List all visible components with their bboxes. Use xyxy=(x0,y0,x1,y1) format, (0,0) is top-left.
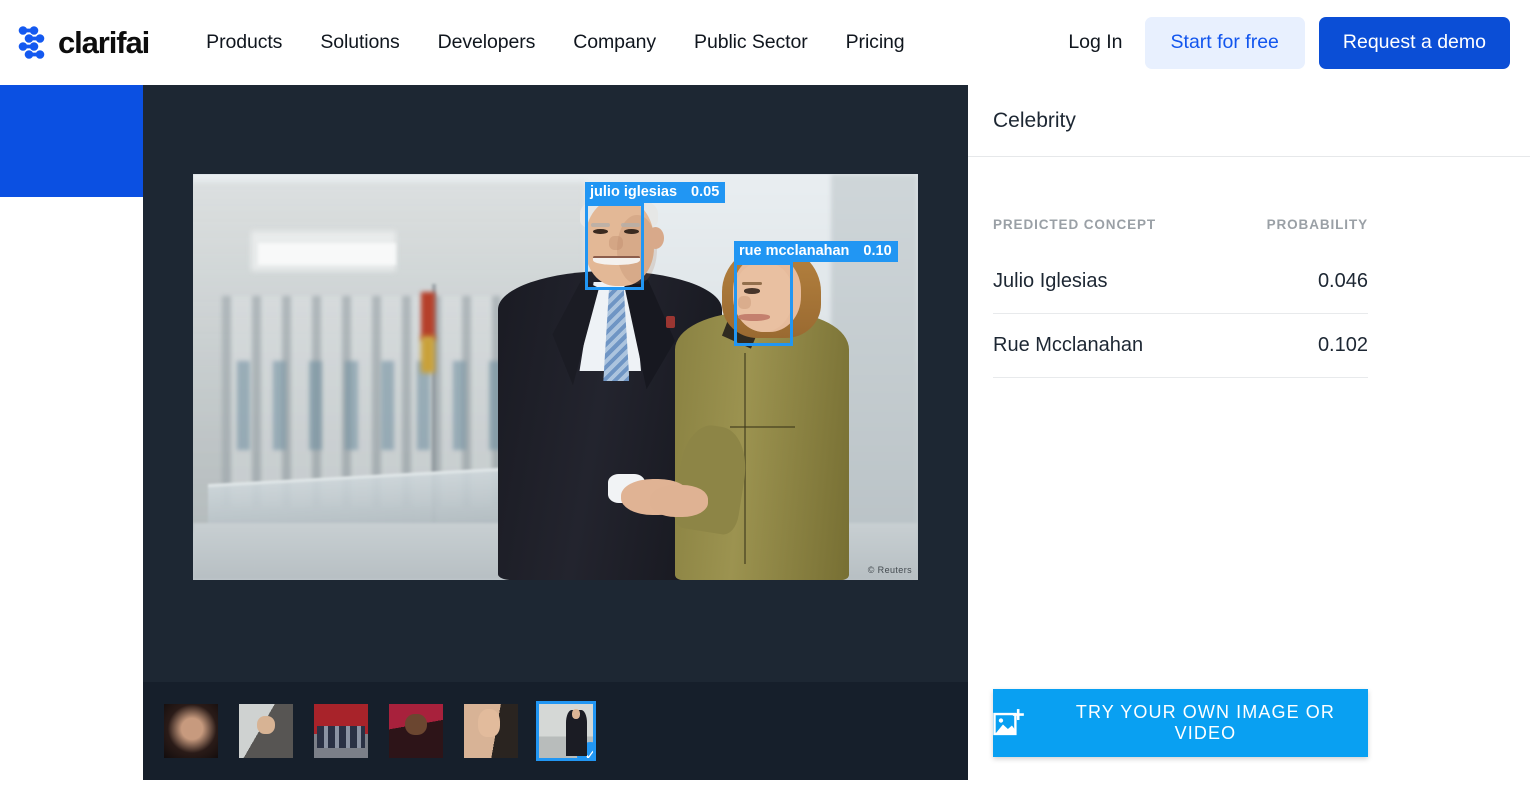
logo-wordmark: clarifai xyxy=(58,25,150,60)
results-panel: Celebrity PREDICTED CONCEPT PROBABILITY … xyxy=(968,85,1530,780)
demo-stage: julio iglesias 0.05 rue mcclanahan 0.10 … xyxy=(143,85,968,682)
clarifai-logo-icon xyxy=(18,25,45,59)
decorative-blue-block xyxy=(0,85,143,197)
photo-flag-red xyxy=(421,291,436,341)
detection-score: 0.05 xyxy=(691,184,720,201)
prediction-probability: 0.102 xyxy=(1317,334,1368,356)
demo-image[interactable]: julio iglesias 0.05 rue mcclanahan 0.10 … xyxy=(193,174,918,580)
photo-woman-pocket xyxy=(729,425,795,428)
photo-banner xyxy=(258,243,396,266)
detection-score: 0.10 xyxy=(863,243,892,260)
cta-container: TRY YOUR OWN IMAGE OR VIDEO xyxy=(993,689,1368,757)
nav-item-developers[interactable]: Developers xyxy=(438,31,536,54)
table-row[interactable]: Julio Iglesias 0.046 xyxy=(993,250,1368,314)
image-watermark: © Reuters xyxy=(867,565,912,575)
thumbnail-item-4[interactable] xyxy=(389,704,443,758)
table-header-row: PREDICTED CONCEPT PROBABILITY xyxy=(993,157,1368,250)
photo-woman-hand xyxy=(649,484,708,518)
column-header-concept: PREDICTED CONCEPT xyxy=(993,217,1157,232)
page-root: clarifai Products Solutions Developers C… xyxy=(0,0,1530,790)
model-title: Celebrity xyxy=(993,108,1076,132)
thumbnail-item-5[interactable] xyxy=(464,704,518,758)
photo-building-windows xyxy=(236,360,534,451)
detection-box-julio-iglesias xyxy=(585,203,644,290)
photo-man-flag-pin xyxy=(666,316,676,329)
photo-flag-gold xyxy=(421,336,436,373)
nav-item-public-sector[interactable]: Public Sector xyxy=(694,31,808,54)
results-header: Celebrity xyxy=(968,85,1530,157)
nav-item-pricing[interactable]: Pricing xyxy=(846,31,905,54)
header-actions: Log In Start for free Request a demo xyxy=(1068,0,1510,85)
detection-label-rue-mcclanahan: rue mcclanahan 0.10 xyxy=(734,241,898,262)
start-for-free-button[interactable]: Start for free xyxy=(1144,16,1305,69)
detection-label-julio-iglesias: julio iglesias 0.05 xyxy=(585,182,726,203)
nav-item-company[interactable]: Company xyxy=(573,31,656,54)
predictions-table: PREDICTED CONCEPT PROBABILITY Julio Igle… xyxy=(968,157,1530,378)
main-nav: Products Solutions Developers Company Pu… xyxy=(206,31,904,54)
thumbnail-item-3[interactable] xyxy=(314,704,368,758)
column-header-probability: PROBABILITY xyxy=(1266,217,1368,232)
prediction-concept: Rue Mcclanahan xyxy=(993,334,1144,356)
detection-box-rue-mcclanahan xyxy=(734,262,793,346)
nav-item-products[interactable]: Products xyxy=(206,31,282,54)
request-demo-button[interactable]: Request a demo xyxy=(1318,16,1510,69)
table-row[interactable]: Rue Mcclanahan 0.102 xyxy=(993,314,1368,378)
thumbnail-item-1[interactable] xyxy=(164,704,218,758)
thumbnail-item-2[interactable] xyxy=(239,704,293,758)
add-image-icon xyxy=(993,709,1024,736)
detection-name: rue mcclanahan xyxy=(739,243,850,260)
thumbnail-strip: ✓ xyxy=(143,682,968,780)
thumbnail-item-6-selected[interactable]: ✓ xyxy=(536,701,596,761)
try-your-own-image-button[interactable]: TRY YOUR OWN IMAGE OR VIDEO xyxy=(993,689,1368,757)
prediction-concept: Julio Iglesias xyxy=(993,270,1108,292)
check-icon: ✓ xyxy=(577,742,593,758)
demo-panel: julio iglesias 0.05 rue mcclanahan 0.10 … xyxy=(143,85,968,780)
detection-name: julio iglesias xyxy=(590,184,678,201)
clarifai-logo[interactable]: clarifai xyxy=(17,25,150,60)
login-link[interactable]: Log In xyxy=(1068,31,1122,54)
prediction-probability: 0.046 xyxy=(1317,270,1368,292)
site-header: clarifai Products Solutions Developers C… xyxy=(0,0,1530,85)
nav-item-solutions[interactable]: Solutions xyxy=(320,31,399,54)
cta-label: TRY YOUR OWN IMAGE OR VIDEO xyxy=(1075,702,1335,743)
